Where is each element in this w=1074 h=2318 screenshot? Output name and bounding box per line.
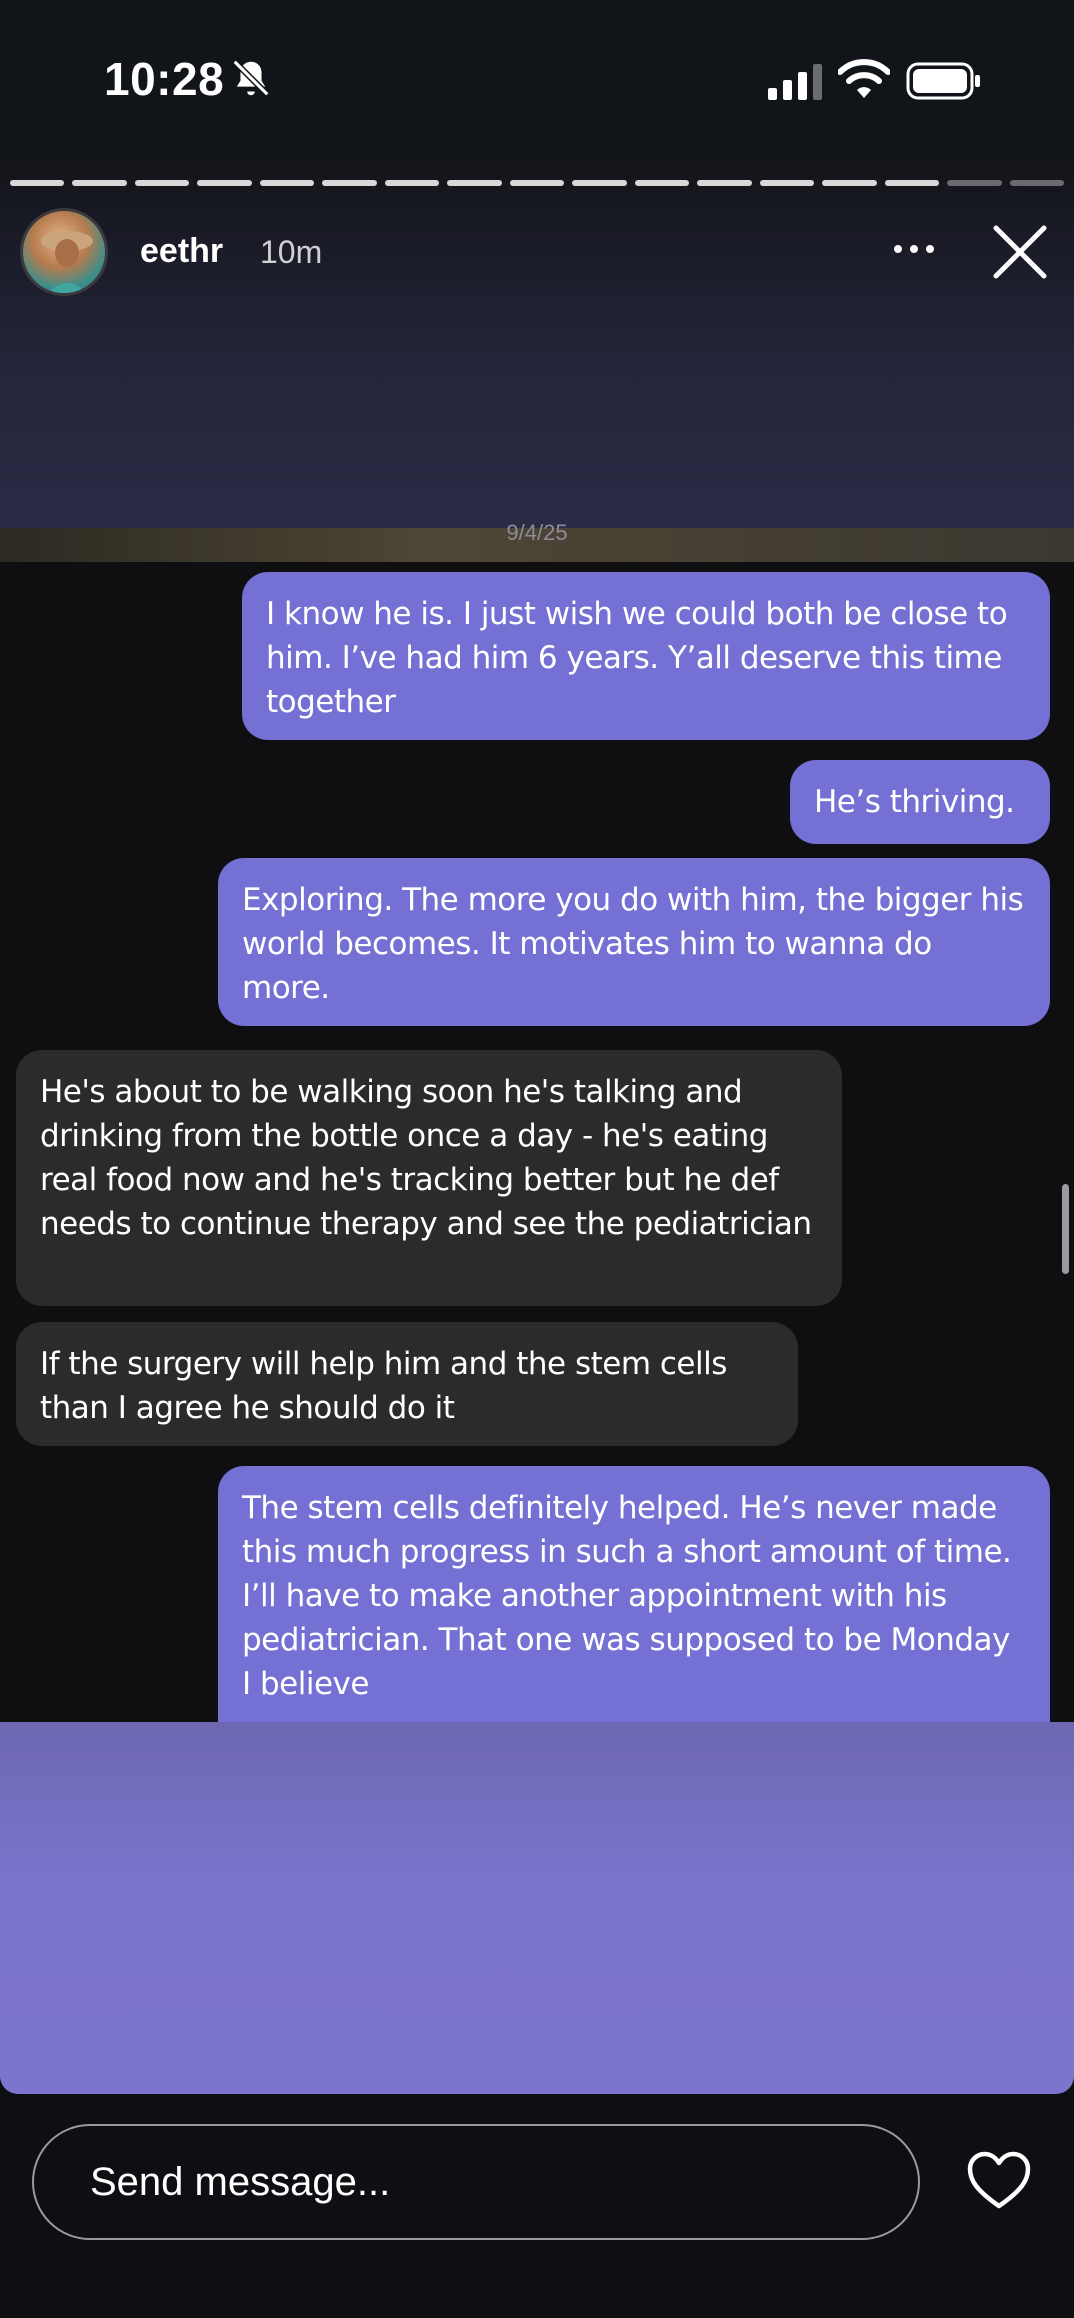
avatar[interactable] (20, 208, 108, 296)
story-progress-segment (384, 180, 440, 186)
close-icon[interactable] (990, 222, 1050, 282)
story-progress-segment (634, 180, 690, 186)
story-progress-segment (447, 180, 502, 186)
status-bar: 10:28 (0, 0, 1074, 160)
more-icon[interactable] (892, 236, 936, 262)
story-progress-segment (197, 180, 252, 186)
message-date: 9/4/25 (506, 520, 568, 545)
story-progress-segment (572, 180, 627, 186)
status-time: 10:28 (104, 53, 225, 105)
sent-message-bubble: The stem cells definitely helped. He’s n… (218, 1466, 1050, 1728)
received-message-bubble: If the surgery will help him and the ste… (16, 1322, 798, 1446)
story-progress-segment (697, 180, 752, 186)
sent-message-bubble: I know he is. I just wish we could both … (242, 572, 1050, 740)
send-message-input[interactable] (32, 2124, 920, 2240)
story-progress-segment (322, 180, 377, 186)
story-progress-segment (759, 180, 815, 186)
sent-message-bubble: Exploring. The more you do with him, the… (218, 858, 1050, 1026)
story-progress-segment (884, 180, 940, 186)
story-progress-segment (10, 180, 65, 186)
story-progress-segment (72, 180, 127, 186)
chat-screenshot: I know he is. I just wish we could both … (0, 562, 1074, 1728)
story-progress-segment (947, 180, 1002, 186)
bell-off-icon (232, 59, 270, 97)
story-username[interactable]: eethr (140, 232, 223, 271)
story-progress-segment (259, 180, 315, 186)
story-progress-bar (10, 180, 1064, 186)
cellular-signal-icon (768, 64, 822, 100)
story-progress-segment (1009, 180, 1064, 186)
scrollbar[interactable] (1062, 1184, 1069, 1274)
story-progress-segment (509, 180, 565, 186)
story-header (0, 160, 1074, 528)
battery-icon (906, 62, 980, 100)
wifi-icon (838, 59, 890, 98)
heart-icon[interactable] (966, 2150, 1032, 2212)
story-age: 10m (260, 234, 323, 270)
received-message-bubble: He's about to be walking soon he's talki… (16, 1050, 842, 1306)
story-progress-segment (822, 180, 877, 186)
screenshot-bottom-area (0, 1722, 1074, 2094)
sent-message-bubble: He’s thriving. (790, 760, 1050, 844)
story-progress-segment (134, 180, 190, 186)
